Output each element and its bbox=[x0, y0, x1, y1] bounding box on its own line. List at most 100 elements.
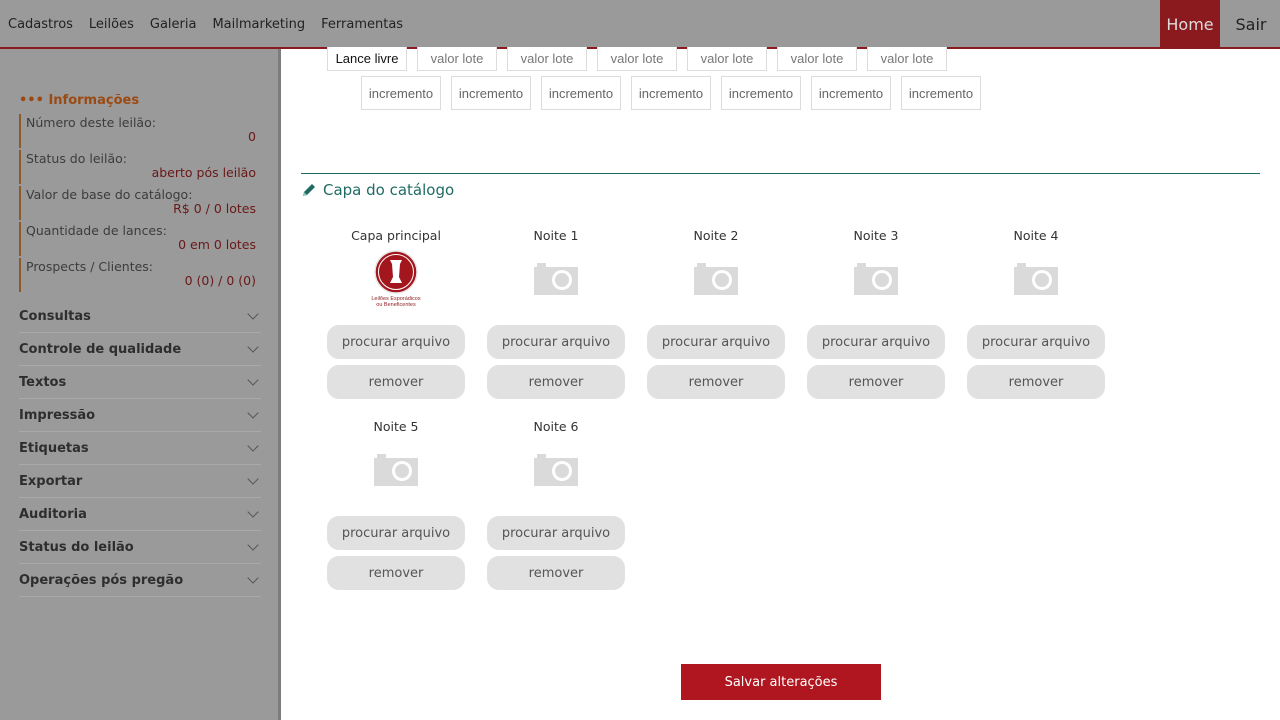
info-prospects: Prospects / Clientes: 0 (0) / 0 (0) bbox=[19, 258, 259, 292]
remove-button[interactable]: remover bbox=[487, 556, 625, 590]
info-catalog-value: Valor de base do catálogo: R$ 0 / 0 lote… bbox=[19, 186, 259, 220]
chevron-down-icon bbox=[247, 505, 259, 518]
nav-mailmarketing[interactable]: Mailmarketing bbox=[212, 17, 305, 32]
cover-label: Noite 1 bbox=[533, 228, 579, 243]
sidebar: ••• Informações Número deste leilão: 0 S… bbox=[0, 49, 281, 720]
info-value: 0 bbox=[248, 129, 256, 144]
browse-file-button[interactable]: procurar arquivo bbox=[967, 325, 1105, 359]
browse-file-button[interactable]: procurar arquivo bbox=[807, 325, 945, 359]
browse-file-button[interactable]: procurar arquivo bbox=[487, 516, 625, 550]
remove-button[interactable]: remover bbox=[487, 365, 625, 399]
menu-consultas[interactable]: Consultas bbox=[19, 300, 261, 333]
chevron-down-icon bbox=[247, 340, 259, 353]
menu-label: Consultas bbox=[19, 308, 91, 324]
menu-label: Auditoria bbox=[19, 506, 87, 522]
increment-button[interactable]: incremento bbox=[361, 76, 441, 110]
section-title: Capa do catálogo bbox=[323, 181, 455, 199]
cover-label: Noite 5 bbox=[373, 419, 419, 434]
camera-icon bbox=[534, 454, 578, 486]
chevron-down-icon bbox=[247, 439, 259, 452]
menu-label: Etiquetas bbox=[19, 440, 89, 456]
nav-cadastros[interactable]: Cadastros bbox=[8, 17, 73, 32]
chevron-down-icon bbox=[247, 307, 259, 320]
remove-button[interactable]: remover bbox=[327, 556, 465, 590]
info-label: Status do leilão: bbox=[26, 151, 127, 166]
cover-label: Noite 6 bbox=[533, 419, 579, 434]
info-auction-number: Número deste leilão: 0 bbox=[19, 114, 259, 148]
chevron-down-icon bbox=[247, 571, 259, 584]
increment-button[interactable]: incremento bbox=[631, 76, 711, 110]
cover-label: Noite 4 bbox=[1013, 228, 1059, 243]
increment-button[interactable]: incremento bbox=[901, 76, 981, 110]
cover-label: Noite 2 bbox=[693, 228, 739, 243]
camera-icon bbox=[534, 263, 578, 295]
menu-operacoes-pos-pregao[interactable]: Operações pós pregão bbox=[19, 564, 261, 597]
lance-livre-button[interactable]: Lance livre bbox=[327, 47, 407, 71]
pencil-icon bbox=[303, 184, 315, 196]
lot-value-button[interactable]: valor lote bbox=[417, 47, 497, 71]
increment-button[interactable]: incremento bbox=[541, 76, 621, 110]
chevron-down-icon bbox=[247, 406, 259, 419]
catalog-logo: Leilões Esporádicos ou Beneficentes bbox=[371, 250, 421, 308]
info-label: Prospects / Clientes: bbox=[26, 259, 154, 274]
browse-file-button[interactable]: procurar arquivo bbox=[327, 325, 465, 359]
menu-label: Operações pós pregão bbox=[19, 572, 184, 588]
info-auction-status: Status do leilão: aberto pós leilão bbox=[19, 150, 259, 184]
lot-value-button[interactable]: valor lote bbox=[867, 47, 947, 71]
remove-button[interactable]: remover bbox=[807, 365, 945, 399]
svg-text:ou Beneficentes: ou Beneficentes bbox=[376, 302, 416, 308]
camera-icon bbox=[374, 454, 418, 486]
menu-auditoria[interactable]: Auditoria bbox=[19, 498, 261, 531]
lot-value-button[interactable]: valor lote bbox=[687, 47, 767, 71]
remove-button[interactable]: remover bbox=[647, 365, 785, 399]
nav-ferramentas[interactable]: Ferramentas bbox=[321, 17, 403, 32]
menu-controle-qualidade[interactable]: Controle de qualidade bbox=[19, 333, 261, 366]
browse-file-button[interactable]: procurar arquivo bbox=[487, 325, 625, 359]
menu-status-leilao[interactable]: Status do leilão bbox=[19, 531, 261, 564]
cover-label: Noite 3 bbox=[853, 228, 899, 243]
camera-icon bbox=[694, 263, 738, 295]
save-changes-button[interactable]: Salvar alterações bbox=[681, 664, 881, 700]
info-value: 0 em 0 lotes bbox=[178, 237, 256, 252]
home-button[interactable]: Home bbox=[1160, 0, 1220, 48]
menu-impressao[interactable]: Impressão bbox=[19, 399, 261, 432]
lot-value-button[interactable]: valor lote bbox=[777, 47, 857, 71]
menu-label: Exportar bbox=[19, 473, 83, 489]
info-label: Valor de base do catálogo: bbox=[26, 187, 193, 202]
chevron-down-icon bbox=[247, 472, 259, 485]
increment-button[interactable]: incremento bbox=[451, 76, 531, 110]
section-divider bbox=[301, 173, 1260, 174]
menu-label: Impressão bbox=[19, 407, 96, 423]
browse-file-button[interactable]: procurar arquivo bbox=[647, 325, 785, 359]
menu-label: Controle de qualidade bbox=[19, 341, 182, 357]
section-header: Capa do catálogo bbox=[301, 181, 454, 199]
camera-icon bbox=[1014, 263, 1058, 295]
info-value: R$ 0 / 0 lotes bbox=[173, 201, 256, 216]
info-value: 0 (0) / 0 (0) bbox=[184, 273, 256, 288]
increment-button[interactable]: incremento bbox=[721, 76, 801, 110]
top-nav: Cadastros Leilões Galeria Mailmarketing … bbox=[8, 0, 419, 49]
exit-button[interactable]: Sair bbox=[1222, 0, 1280, 48]
nav-leiloes[interactable]: Leilões bbox=[89, 17, 134, 32]
camera-icon bbox=[854, 263, 898, 295]
info-label: Quantidade de lances: bbox=[26, 223, 167, 238]
menu-etiquetas[interactable]: Etiquetas bbox=[19, 432, 261, 465]
chevron-down-icon bbox=[247, 373, 259, 386]
info-value: aberto pós leilão bbox=[151, 165, 256, 180]
remove-button[interactable]: remover bbox=[327, 365, 465, 399]
lot-value-button[interactable]: valor lote bbox=[507, 47, 587, 71]
chevron-down-icon bbox=[247, 538, 259, 551]
info-bid-count: Quantidade de lances: 0 em 0 lotes bbox=[19, 222, 259, 256]
increment-button[interactable]: incremento bbox=[811, 76, 891, 110]
browse-file-button[interactable]: procurar arquivo bbox=[327, 516, 465, 550]
info-label: Número deste leilão: bbox=[26, 115, 156, 130]
info-title: ••• Informações bbox=[19, 93, 140, 108]
menu-label: Textos bbox=[19, 374, 67, 390]
nav-galeria[interactable]: Galeria bbox=[150, 17, 197, 32]
lot-value-button[interactable]: valor lote bbox=[597, 47, 677, 71]
top-bar: Cadastros Leilões Galeria Mailmarketing … bbox=[0, 0, 1280, 49]
remove-button[interactable]: remover bbox=[967, 365, 1105, 399]
menu-exportar[interactable]: Exportar bbox=[19, 465, 261, 498]
menu-textos[interactable]: Textos bbox=[19, 366, 261, 399]
menu-label: Status do leilão bbox=[19, 539, 134, 555]
